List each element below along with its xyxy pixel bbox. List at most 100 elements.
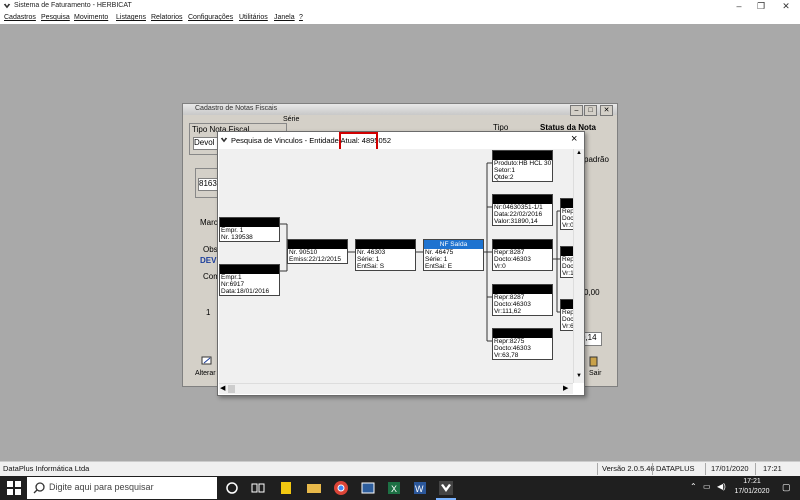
scroll-left-icon[interactable]: ◀: [220, 384, 225, 392]
search-icon: [33, 482, 45, 494]
graph-node-line: EntSai: S: [357, 263, 385, 270]
status-time: 17:21: [763, 464, 782, 473]
graph-node-line: Docto:46303: [494, 345, 531, 352]
network-icon[interactable]: ▭: [703, 482, 711, 491]
chrome-icon[interactable]: [333, 480, 349, 496]
menu-help[interactable]: ?: [299, 14, 303, 21]
graph-node-header: [493, 240, 552, 249]
graph-node[interactable]: Empr. 1 Nr. 139538: [219, 217, 280, 242]
tray-chevron-icon[interactable]: ⌃: [690, 482, 697, 491]
svg-text:W: W: [415, 484, 424, 494]
status-divider: [652, 463, 653, 475]
pesquisa-vinculos-modal: Pesquisa de Vinculos - Entidade Atual: 4…: [217, 131, 585, 396]
serie-label: Série: [283, 116, 300, 123]
app-titlebar: Sistema de Faturamento - HERBICAT – ❐ ✕: [0, 0, 800, 13]
scroll-right-icon[interactable]: ▶: [563, 384, 568, 392]
graph-node-line: Data:22/02/2016: [494, 211, 543, 218]
graph-node[interactable]: Repr:8287 Docto:46303 Vr:111,62: [492, 284, 553, 316]
file-explorer-icon[interactable]: [306, 480, 322, 496]
sair-button[interactable]: Sair: [583, 356, 611, 380]
graph-node-line: EntSai: E: [425, 263, 453, 270]
graph-node-line: Vr:0: [494, 263, 506, 270]
sticky-notes-icon[interactable]: [278, 480, 294, 496]
graph-node[interactable]: Empr.1 Nr:6917 Data:18/01/2016: [219, 264, 280, 296]
graph-node-line: Docto:46303: [494, 256, 531, 263]
scroll-down-icon[interactable]: ▼: [576, 373, 582, 379]
volume-icon[interactable]: ◀): [717, 482, 726, 491]
graph-node-header: [220, 218, 279, 227]
graph-node-line: Valor:31890,14: [494, 218, 538, 225]
graph-node-line: Data:18/01/2016: [221, 288, 270, 295]
notifications-icon[interactable]: ▢: [782, 482, 791, 493]
menu-janela[interactable]: Janela: [274, 14, 295, 21]
graph-node[interactable]: Repr:8275 Docto:46303 Vr:63,78: [492, 328, 553, 360]
graph-node-line: Repr:8275: [494, 338, 525, 345]
graph-node-line: Qtde:2: [494, 174, 514, 181]
cortana-icon[interactable]: [224, 480, 240, 496]
graph-node[interactable]: Nr. 90510 Emiss:22/12/2015: [287, 239, 348, 264]
dev-field[interactable]: DEV: [200, 256, 216, 265]
search-placeholder: Digite aqui para pesquisar: [49, 482, 154, 492]
graph-node-header: [288, 240, 347, 249]
graph-node[interactable]: Nr. 46303 Série: 1 EntSai: S: [355, 239, 416, 271]
graph-node[interactable]: Produto:HB HCL 307 Setor:1 Qtde:2: [492, 150, 553, 182]
clock-time[interactable]: 17:21: [734, 478, 770, 485]
vertical-scrollbar[interactable]: ▲ ▼: [573, 149, 584, 383]
scroll-up-icon[interactable]: ▲: [576, 150, 582, 156]
graph-node-line: Repr:8287: [494, 249, 525, 256]
app-title: Sistema de Faturamento - HERBICAT: [14, 2, 132, 9]
restore-button[interactable]: ❐: [754, 1, 768, 12]
graph-node-header: [493, 329, 552, 338]
menu-listagens[interactable]: Listagens: [116, 14, 146, 21]
item-number: 1: [206, 308, 211, 317]
app-logo-icon: [220, 137, 228, 143]
alterar-label: Alterar: [195, 370, 216, 377]
graph-node-line: Nr. 46475: [425, 249, 454, 256]
graph-node-line: Setor:1: [494, 167, 515, 174]
status-bar: DataPlus Informática Ltda Versão 2.0.5.4…: [0, 461, 800, 477]
herbicat-app-icon[interactable]: [438, 480, 454, 496]
menu-cadastros[interactable]: Cadastros: [4, 14, 36, 21]
graph-node-line: Empr.1: [221, 274, 242, 281]
menu-configuracoes[interactable]: Configurações: [188, 14, 233, 21]
menu-movimento[interactable]: Movimento: [74, 14, 108, 21]
scroll-thumb[interactable]: [228, 385, 235, 393]
clock-date[interactable]: 17/01/2020: [734, 488, 770, 495]
app-logo-icon: [3, 3, 11, 9]
excel-icon[interactable]: X: [386, 480, 402, 496]
company-name: DataPlus Informática Ltda: [3, 464, 90, 473]
window-app-icon[interactable]: [360, 480, 376, 496]
graph-node-line: Nr. 139538: [221, 234, 253, 241]
modal-close-button[interactable]: ×: [571, 134, 577, 145]
status-divider: [705, 463, 706, 475]
menu-relatorios[interactable]: Relatorios: [151, 14, 183, 21]
word-icon[interactable]: W: [412, 480, 428, 496]
status-date: 17/01/2020: [711, 464, 749, 473]
graph-node-line: Vr:111,62: [494, 308, 521, 315]
close-app-button[interactable]: ✕: [779, 1, 793, 12]
windows-start-icon[interactable]: [6, 480, 22, 496]
graph-node-line: Nr. 46303: [357, 249, 386, 256]
vendor-text: DATAPLUS: [656, 464, 695, 473]
cadastro-minimize-button[interactable]: –: [570, 105, 583, 116]
graph-node[interactable]: Repr:8287 Docto:46303 Vr:0: [492, 239, 553, 271]
graph-node[interactable]: Nr:04630351-1/1 Data:22/02/2016 Valor:3189…: [492, 194, 553, 226]
graph-node-line: Repr:8287: [494, 294, 525, 301]
marc-label: Marc: [200, 218, 218, 227]
cadastro-maximize-button[interactable]: □: [584, 105, 597, 116]
horizontal-scrollbar[interactable]: ◀ ▶: [219, 383, 573, 394]
graph-node-line: Docto:46303: [494, 301, 531, 308]
cadastro-title: Cadastro de Notas Fiscais: [195, 105, 278, 112]
graph-node-line: Emiss:22/12/2015: [289, 256, 342, 263]
graph-node-header: [493, 285, 552, 294]
graph-node-line: Série: 1: [357, 256, 380, 263]
menu-utilitarios[interactable]: Utilitários: [239, 14, 268, 21]
taskbar-search-box[interactable]: Digite aqui para pesquisar: [27, 477, 217, 499]
sair-label: Sair: [589, 370, 602, 377]
menu-pesquisa[interactable]: Pesquisa: [41, 14, 70, 21]
cadastro-close-button[interactable]: ✕: [600, 105, 613, 116]
minimize-button[interactable]: –: [732, 1, 746, 12]
graph-node[interactable]: NF Saída Nr. 46475 Série: 1 EntSai: E: [423, 239, 484, 271]
task-view-icon[interactable]: [250, 480, 266, 496]
cadastro-titlebar: Cadastro de Notas Fiscais – □ ✕: [183, 104, 617, 116]
